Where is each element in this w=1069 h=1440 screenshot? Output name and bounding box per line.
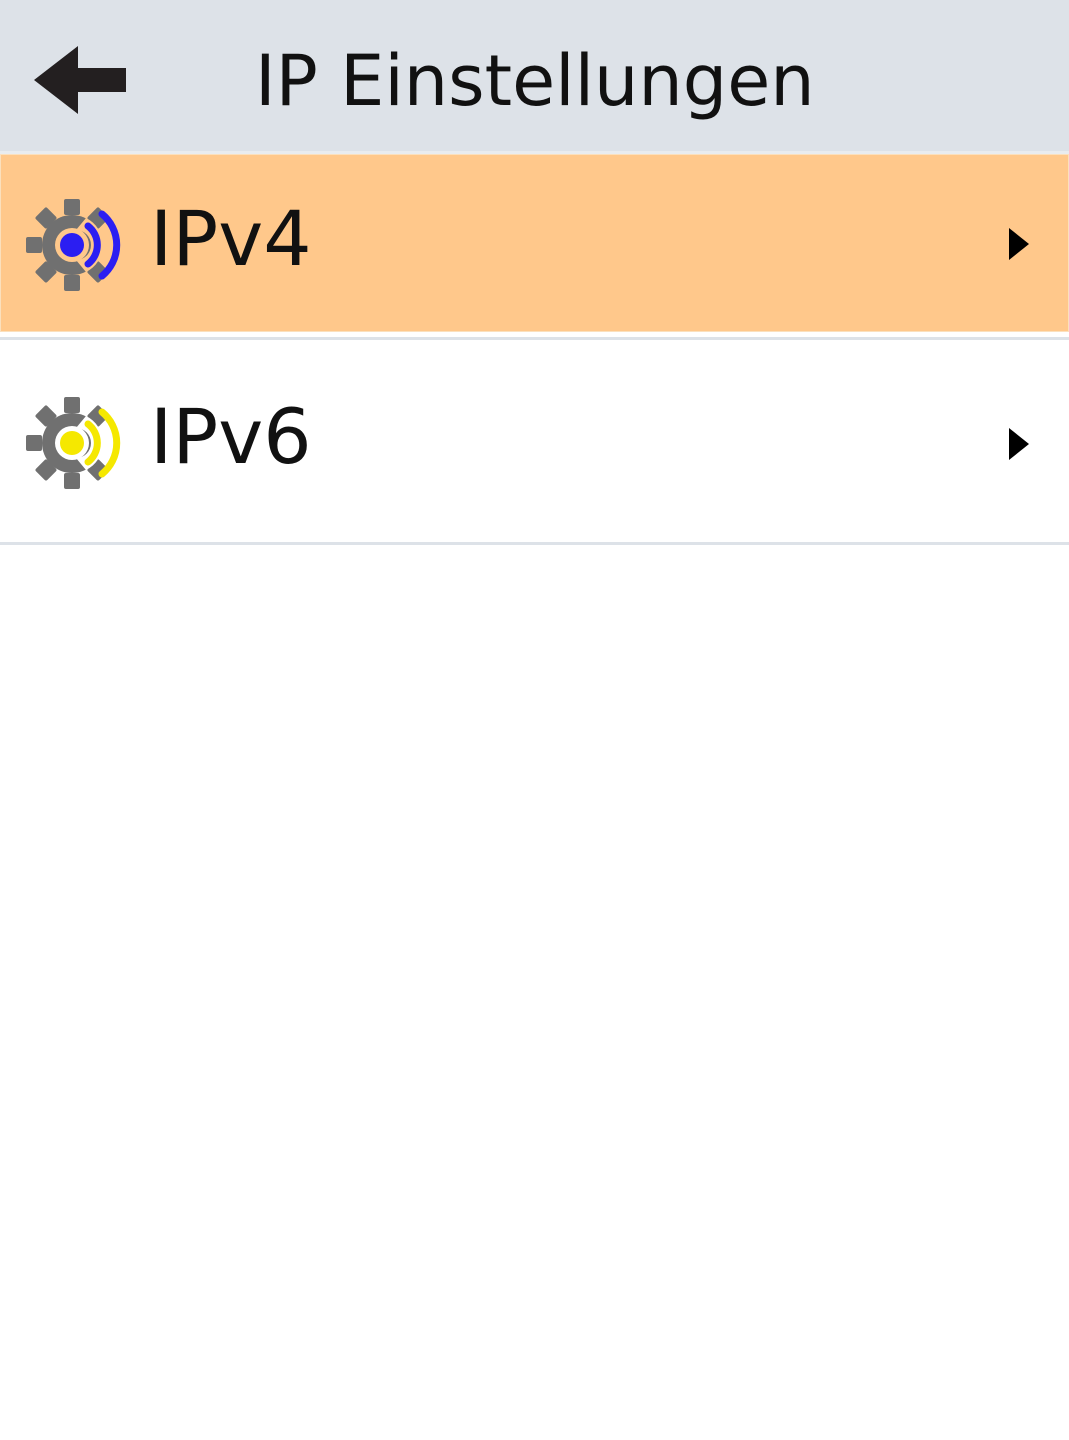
page-title: IP Einstellungen xyxy=(255,40,815,122)
gear-wireless-icon xyxy=(26,397,121,489)
item-divider xyxy=(0,542,1069,545)
header-bar: IP Einstellungen xyxy=(0,0,1069,151)
arrow-left-icon xyxy=(34,46,126,114)
list-item-ipv4[interactable]: IPv4 xyxy=(0,154,1069,332)
list-item-label: IPv6 xyxy=(150,392,312,481)
gear-wireless-icon xyxy=(26,199,121,291)
chevron-right-icon xyxy=(1009,428,1029,460)
chevron-right-icon xyxy=(1009,228,1029,260)
list-item-ipv6[interactable]: IPv6 xyxy=(0,340,1069,542)
list-item-label: IPv4 xyxy=(150,194,312,283)
back-button[interactable] xyxy=(22,30,140,130)
settings-list: IPv4 IPv6 xyxy=(0,154,1069,545)
ip-settings-screen: IP Einstellungen IPv4 IPv6 xyxy=(0,0,1069,1440)
